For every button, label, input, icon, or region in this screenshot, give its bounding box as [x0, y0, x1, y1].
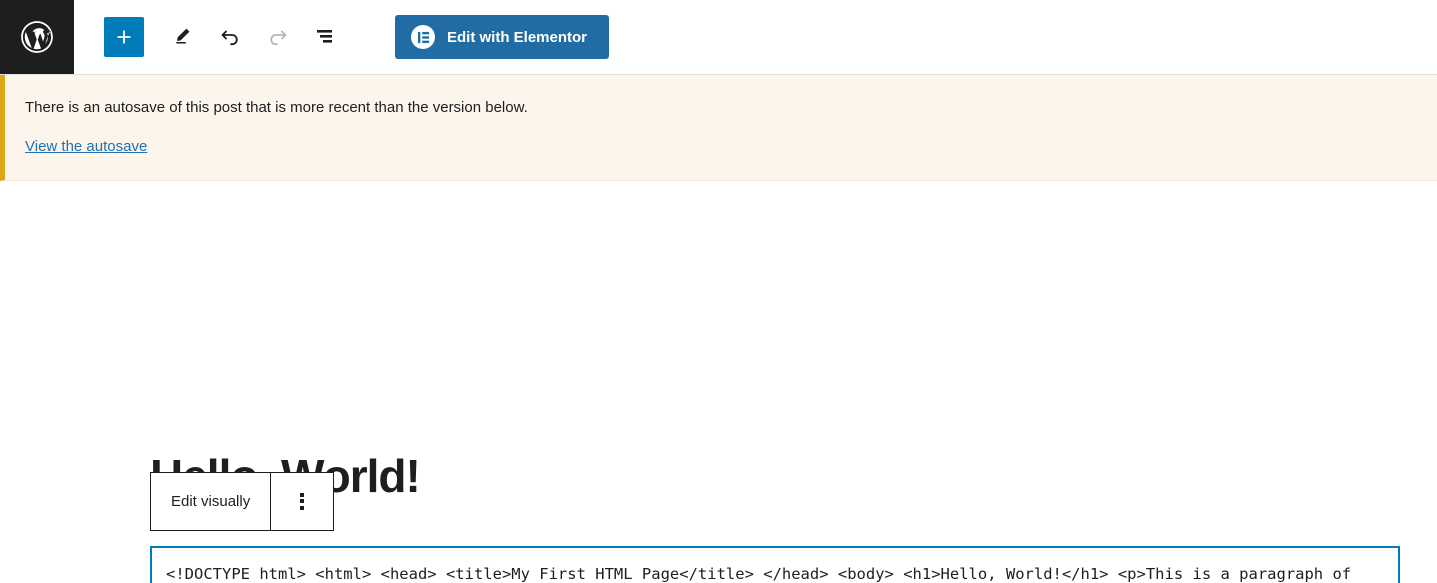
undo-button[interactable] [206, 13, 254, 61]
block-toolbar: Edit visually [150, 471, 335, 531]
kebab-menu-icon [300, 490, 305, 512]
editor-tools-group [104, 13, 350, 61]
edit-with-elementor-button[interactable]: Edit with Elementor [395, 15, 610, 59]
view-the-autosave-link[interactable]: View the autosave [25, 138, 147, 155]
tools-button[interactable] [158, 13, 206, 61]
html-code-textarea[interactable]: <!DOCTYPE html> <html> <head> <title>My … [166, 560, 1384, 583]
editor-header: Edit with Elementor [0, 0, 1437, 75]
editor-canvas: Hello, World! Edit visually <!DOCTYPE ht… [0, 180, 1437, 583]
autosave-notice-message: There is an autosave of this post that i… [25, 99, 528, 116]
list-view-icon [314, 24, 338, 51]
edit-with-elementor-label: Edit with Elementor [447, 28, 588, 46]
pencil-icon [171, 25, 193, 50]
redo-arrow-icon [266, 24, 290, 51]
list-view-button[interactable] [302, 13, 350, 61]
plus-icon [113, 26, 135, 48]
edit-visually-button[interactable]: Edit visually [151, 472, 272, 530]
redo-button [254, 13, 302, 61]
add-block-button[interactable] [104, 17, 144, 57]
elementor-logo-icon [411, 25, 435, 49]
block-options-button[interactable] [271, 473, 333, 530]
wordpress-logo-icon [18, 18, 56, 56]
undo-arrow-icon [218, 24, 242, 51]
autosave-notice: There is an autosave of this post that i… [0, 75, 1437, 181]
html-code-block[interactable]: <!DOCTYPE html> <html> <head> <title>My … [150, 545, 1400, 583]
wordpress-logo-button[interactable] [0, 0, 74, 74]
